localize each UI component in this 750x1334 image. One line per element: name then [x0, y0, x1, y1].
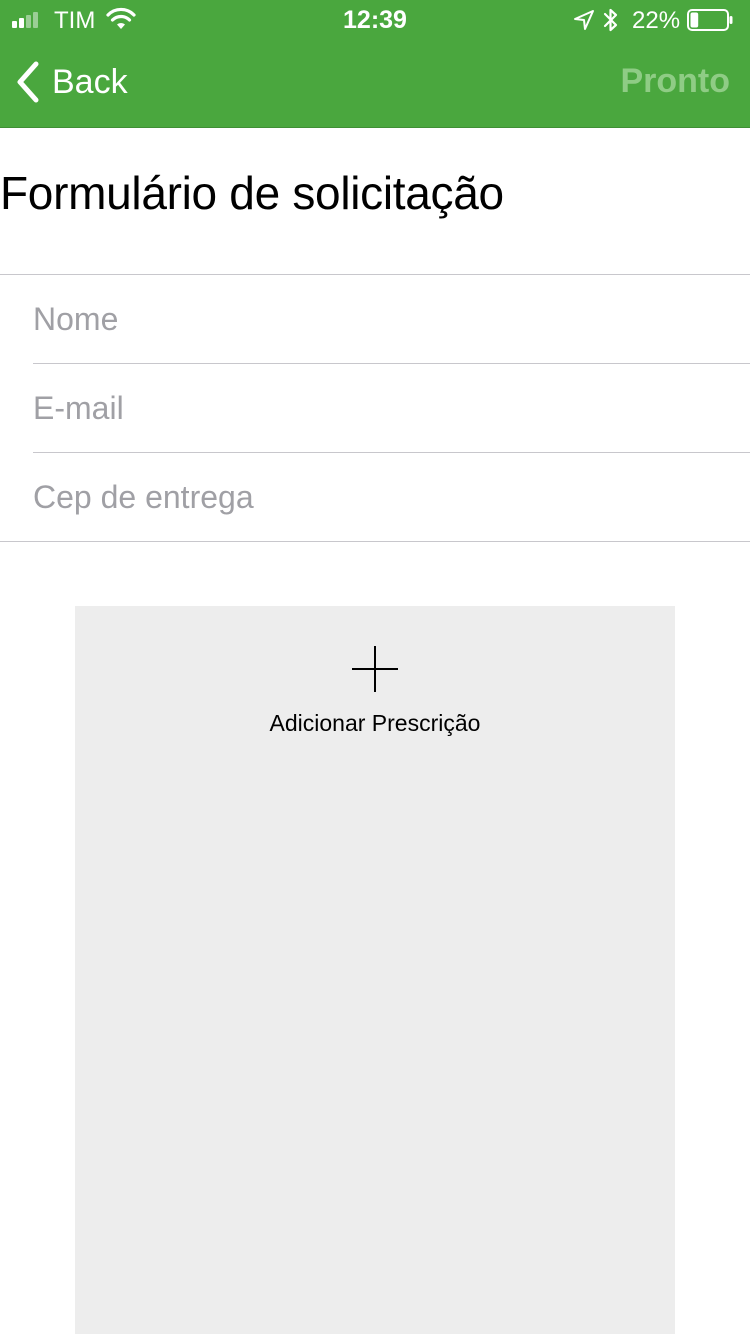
- app-screen: TIM 12:39 22% Back Pronto Formulário de …: [0, 0, 750, 1334]
- request-form: [0, 274, 750, 542]
- back-button[interactable]: Back: [14, 58, 128, 106]
- chevron-left-icon: [17, 61, 39, 103]
- battery-icon: [687, 9, 733, 31]
- add-prescription-label: Adicionar Prescrição: [269, 710, 481, 736]
- zip-row: [33, 453, 750, 542]
- email-row: [33, 364, 750, 453]
- done-button[interactable]: Pronto: [620, 62, 730, 101]
- location-arrow-icon: [574, 10, 594, 30]
- plus-icon: [352, 646, 398, 692]
- delivery-zip-input[interactable]: [33, 453, 750, 542]
- battery-percent: 22%: [632, 7, 681, 34]
- page-title: Formulário de solicitação: [0, 167, 504, 219]
- add-prescription-button[interactable]: Adicionar Prescrição: [75, 606, 675, 1334]
- bluetooth-icon: [603, 8, 618, 32]
- email-input[interactable]: [33, 364, 750, 452]
- name-row: [33, 275, 750, 364]
- status-bar: TIM 12:39 22%: [0, 0, 750, 40]
- top-bar: TIM 12:39 22% Back Pronto: [0, 0, 750, 128]
- back-button-label: Back: [52, 62, 128, 101]
- name-input[interactable]: [33, 275, 750, 363]
- navigation-bar: Back Pronto: [0, 40, 750, 128]
